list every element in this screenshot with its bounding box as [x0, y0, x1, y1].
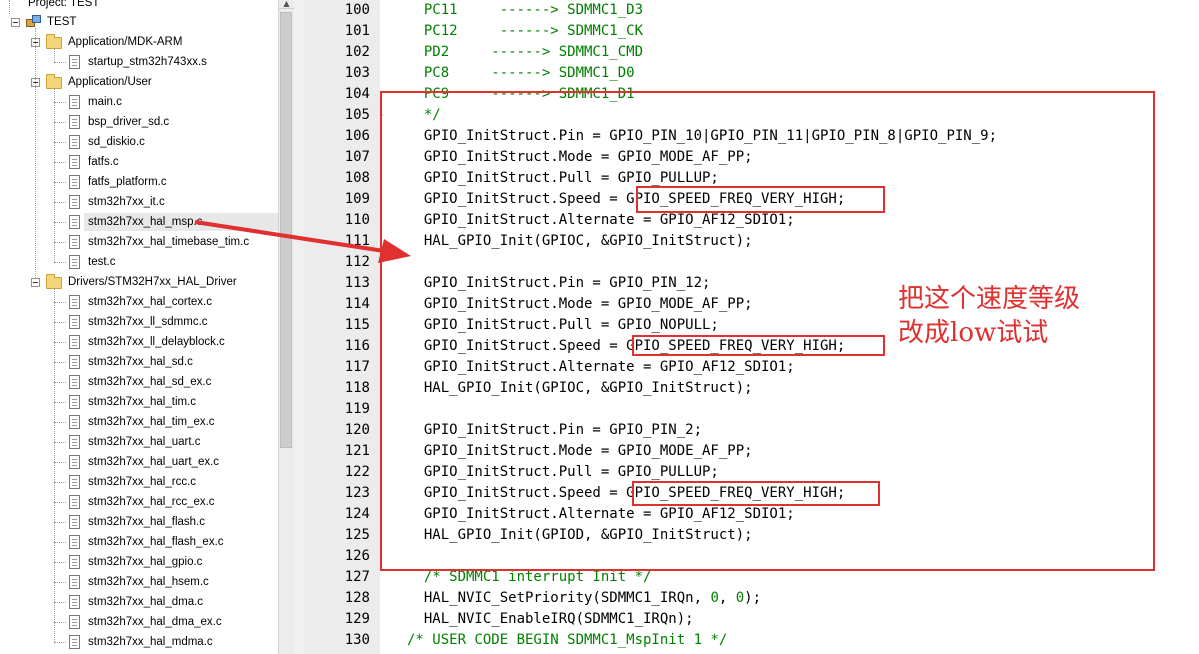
- annotation-arrow: [194, 220, 411, 263]
